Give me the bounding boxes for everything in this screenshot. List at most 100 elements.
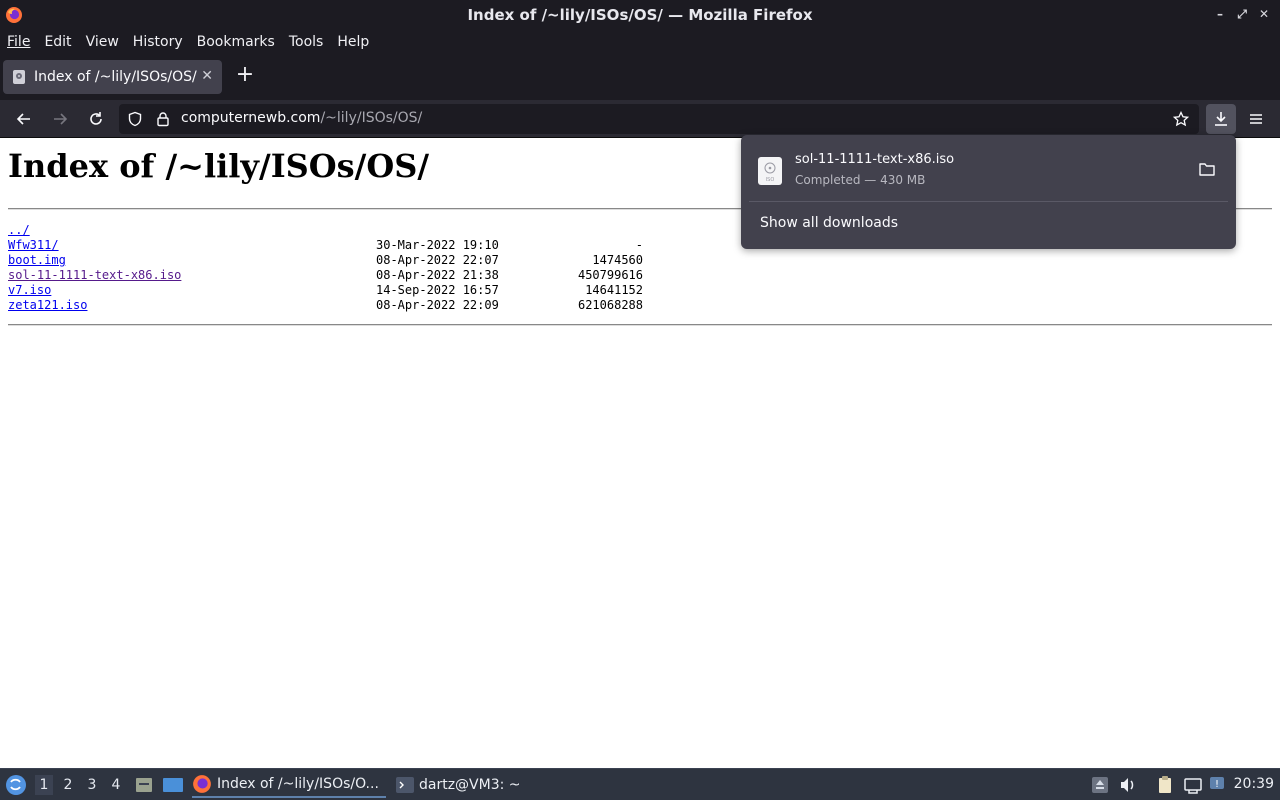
minimize-icon[interactable]: – xyxy=(1212,6,1228,22)
menu-help[interactable]: Help xyxy=(337,31,369,53)
window-controls: – ⤢ ✕ xyxy=(1212,6,1272,22)
workspace-4[interactable]: 4 xyxy=(107,775,125,795)
workspace-3[interactable]: 3 xyxy=(83,775,101,795)
tab-active[interactable]: Index of /~lily/ISOs/OS/ ✕ xyxy=(3,60,222,94)
url-domain: computernewb.com xyxy=(181,110,321,126)
directory-listing: ../ Wfw311/ 30-Mar-2022 19:10 - boot.img… xyxy=(8,223,708,313)
shield-icon[interactable] xyxy=(127,111,143,127)
file-size: 14641152 xyxy=(585,283,643,297)
downloads-separator xyxy=(749,201,1228,202)
taskbar-app-firefox[interactable]: Index of /~lily/ISOs/O... xyxy=(192,772,386,798)
download-status: Completed — 430 MB xyxy=(795,173,926,187)
menu-file[interactable]: File xyxy=(7,31,30,53)
clock[interactable]: 20:39 xyxy=(1234,776,1274,792)
svg-text:!: ! xyxy=(1215,779,1219,790)
notification-icon[interactable]: ! xyxy=(1208,775,1228,795)
new-tab-button[interactable]: + xyxy=(234,64,256,87)
url-text[interactable]: computernewb.com/~lily/ISOs/OS/ xyxy=(181,110,422,126)
downloads-button[interactable] xyxy=(1206,104,1236,134)
file-manager-icon[interactable] xyxy=(134,775,154,795)
file-date: 30-Mar-2022 19:10 xyxy=(376,238,499,252)
reload-button[interactable] xyxy=(84,107,108,131)
download-item[interactable]: ISO sol-11-1111-text-x86.iso Completed —… xyxy=(749,145,1228,193)
firefox-icon xyxy=(6,7,22,23)
menu-bookmarks-label: Bookmarks xyxy=(196,34,275,50)
tab-label: Index of /~lily/ISOs/OS/ xyxy=(34,69,197,85)
file-link[interactable]: zeta121.iso xyxy=(8,298,87,312)
list-item: zeta121.iso 08-Apr-2022 22:09 621068288 xyxy=(8,298,708,313)
taskbar-app-terminal[interactable]: dartz@VM3: ~ xyxy=(396,772,521,798)
window-title: Index of /~lily/ISOs/OS/ — Mozilla Firef… xyxy=(467,6,813,24)
file-link[interactable]: v7.iso xyxy=(8,283,51,297)
downloads-panel: ISO sol-11-1111-text-x86.iso Completed —… xyxy=(741,135,1236,249)
svg-text:ISO: ISO xyxy=(766,177,775,183)
file-date: 08-Apr-2022 21:38 xyxy=(376,268,499,282)
list-item: boot.img 08-Apr-2022 22:07 1474560 xyxy=(8,253,708,268)
back-arrow-icon xyxy=(16,113,30,125)
tab-strip: Index of /~lily/ISOs/OS/ ✕ + xyxy=(0,54,1280,100)
download-icon xyxy=(1215,112,1227,126)
terminal-icon xyxy=(396,777,414,793)
forward-button[interactable] xyxy=(48,107,72,131)
start-menu-icon[interactable] xyxy=(5,774,27,796)
menu-help-label: Help xyxy=(337,34,370,50)
menu-view-label: View xyxy=(85,34,119,50)
firefox-icon xyxy=(193,775,211,793)
file-link[interactable]: boot.img xyxy=(8,253,66,267)
file-size: 1474560 xyxy=(592,253,643,267)
menu-history-label: History xyxy=(132,34,183,50)
window-titlebar: Index of /~lily/ISOs/OS/ — Mozilla Firef… xyxy=(0,0,1280,30)
iso-file-icon: ISO xyxy=(758,157,782,185)
taskbar: 1 2 3 4 Index of /~lily/ISOs/O... dartz@… xyxy=(0,768,1280,800)
eject-icon[interactable] xyxy=(1090,775,1110,795)
page-favicon-icon xyxy=(13,70,25,84)
parent-directory-link[interactable]: ../ xyxy=(8,223,30,237)
taskbar-app-label: dartz@VM3: ~ xyxy=(419,777,521,793)
tab-close-icon[interactable]: ✕ xyxy=(201,68,213,84)
menu-tools-label: Tools xyxy=(288,34,324,50)
page-heading: Index of /~lily/ISOs/OS/ xyxy=(8,147,430,185)
nav-toolbar: computernewb.com/~lily/ISOs/OS/ xyxy=(0,100,1280,138)
bookmark-star-icon[interactable] xyxy=(1173,111,1189,127)
maximize-icon[interactable]: ⤢ xyxy=(1234,6,1250,22)
menu-bookmarks[interactable]: Bookmarks xyxy=(197,31,275,53)
menu-history[interactable]: History xyxy=(133,31,183,53)
file-date: 08-Apr-2022 22:09 xyxy=(376,298,499,312)
forward-arrow-icon xyxy=(54,113,68,125)
menu-tools[interactable]: Tools xyxy=(289,31,324,53)
download-file-name: sol-11-1111-text-x86.iso xyxy=(795,152,955,167)
network-icon[interactable] xyxy=(1183,775,1203,795)
list-item-parent: ../ xyxy=(8,223,708,238)
show-all-downloads-label: Show all downloads xyxy=(760,215,899,231)
list-item: Wfw311/ 30-Mar-2022 19:10 - xyxy=(8,238,708,253)
menu-view[interactable]: View xyxy=(86,31,119,53)
list-item: v7.iso 14-Sep-2022 16:57 14641152 xyxy=(8,283,708,298)
lock-icon[interactable] xyxy=(155,111,171,127)
file-date: 14-Sep-2022 16:57 xyxy=(376,283,499,297)
menu-edit[interactable]: Edit xyxy=(44,31,71,53)
file-link[interactable]: Wfw311/ xyxy=(8,238,59,252)
workspace-2[interactable]: 2 xyxy=(59,775,77,795)
volume-icon[interactable] xyxy=(1118,775,1138,795)
menu-file-label: File xyxy=(7,34,31,50)
file-size: 621068288 xyxy=(577,298,643,312)
folder-icon[interactable] xyxy=(1198,161,1216,177)
taskbar-app-label: Index of /~lily/ISOs/O... xyxy=(217,776,379,792)
file-size: 450799616 xyxy=(577,268,643,282)
list-item: sol-11-1111-text-x86.iso 08-Apr-2022 21:… xyxy=(8,268,708,283)
close-icon[interactable]: ✕ xyxy=(1256,6,1272,22)
back-button[interactable] xyxy=(12,107,36,131)
file-size: - xyxy=(635,238,643,252)
menu-edit-label: Edit xyxy=(44,34,72,50)
url-bar[interactable]: computernewb.com/~lily/ISOs/OS/ xyxy=(119,104,1199,134)
workspace-1[interactable]: 1 xyxy=(35,775,53,795)
menubar: File Edit View History Bookmarks Tools H… xyxy=(0,30,1280,54)
divider-bottom xyxy=(8,324,1272,326)
app-menu-button[interactable] xyxy=(1244,107,1268,131)
clipboard-icon[interactable] xyxy=(1155,775,1175,795)
show-all-downloads-button[interactable]: Show all downloads xyxy=(760,215,898,231)
file-date: 08-Apr-2022 22:07 xyxy=(376,253,499,267)
url-path: /~lily/ISOs/OS/ xyxy=(320,110,423,126)
file-link[interactable]: sol-11-1111-text-x86.iso xyxy=(8,268,181,282)
show-desktop-icon[interactable] xyxy=(162,775,184,795)
